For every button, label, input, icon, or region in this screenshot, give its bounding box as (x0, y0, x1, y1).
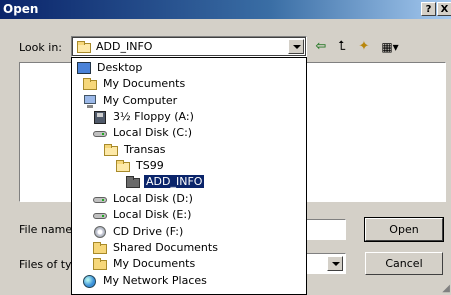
look-in-label: Look in: (19, 41, 62, 54)
folder-selected-icon (125, 175, 141, 189)
dropdown-item-shared-documents[interactable]: Shared Documents (92, 240, 220, 256)
resize-grip-icon[interactable]: ◢ (442, 283, 450, 294)
disk-icon (92, 208, 108, 222)
folder-open-icon (76, 40, 92, 57)
up-folder-icon[interactable]: ⮤ (333, 38, 351, 56)
dropdown-item-add-info[interactable]: ADD_INFO (125, 174, 206, 190)
disk-icon (92, 126, 108, 140)
folder-open-icon (103, 143, 119, 157)
back-icon[interactable]: ⇦ (312, 38, 330, 56)
dropdown-item-floppy-a[interactable]: 3½ Floppy (A:) (92, 109, 196, 125)
cancel-button[interactable]: Cancel (365, 252, 443, 275)
open-button[interactable]: Open (364, 217, 444, 242)
look-in-dropdown-list[interactable]: Desktop My Documents My Computer 3½ Flop… (71, 57, 307, 295)
dropdown-item-my-network-places[interactable]: My Network Places (82, 273, 209, 289)
chevron-down-icon (332, 262, 340, 266)
dropdown-item-local-disk-c[interactable]: Local Disk (C:) (92, 125, 194, 141)
files-of-type-dropdown-button[interactable] (327, 256, 343, 271)
help-button[interactable]: ? (421, 2, 436, 16)
folder-icon (92, 241, 108, 255)
network-icon (82, 274, 98, 288)
look-in-combobox[interactable]: ADD_INFO (71, 36, 307, 57)
dropdown-item-local-disk-d[interactable]: Local Disk (D:) (92, 191, 195, 207)
views-menu-icon[interactable]: ▦▾ (376, 38, 404, 56)
look-in-value: ADD_INFO (96, 40, 153, 53)
dropdown-item-my-documents-2[interactable]: My Documents (92, 256, 197, 272)
close-button[interactable]: X (437, 2, 451, 16)
disk-icon (92, 192, 108, 206)
dropdown-item-transas[interactable]: Transas (103, 142, 168, 158)
look-in-dropdown-button[interactable] (288, 39, 304, 54)
dropdown-item-cd-drive-f[interactable]: CD Drive (F:) (92, 224, 185, 240)
dropdown-item-desktop[interactable]: Desktop (76, 60, 144, 76)
chevron-down-icon (293, 45, 301, 49)
window-title: Open (3, 2, 39, 16)
folder-icon (92, 257, 108, 271)
folder-open-icon (115, 159, 131, 173)
new-folder-icon[interactable]: ✦ (355, 38, 373, 56)
title-bar: Open ? X (0, 0, 451, 19)
dropdown-item-my-documents[interactable]: My Documents (82, 76, 187, 92)
folder-icon (82, 77, 98, 91)
desktop-icon (76, 61, 92, 75)
dropdown-item-my-computer[interactable]: My Computer (82, 93, 179, 109)
dropdown-item-ts99[interactable]: TS99 (115, 158, 166, 174)
file-name-label: File name: (19, 223, 76, 236)
cd-icon (92, 225, 108, 239)
dropdown-item-local-disk-e[interactable]: Local Disk (E:) (92, 207, 193, 223)
computer-icon (82, 94, 98, 108)
floppy-icon (92, 110, 108, 124)
